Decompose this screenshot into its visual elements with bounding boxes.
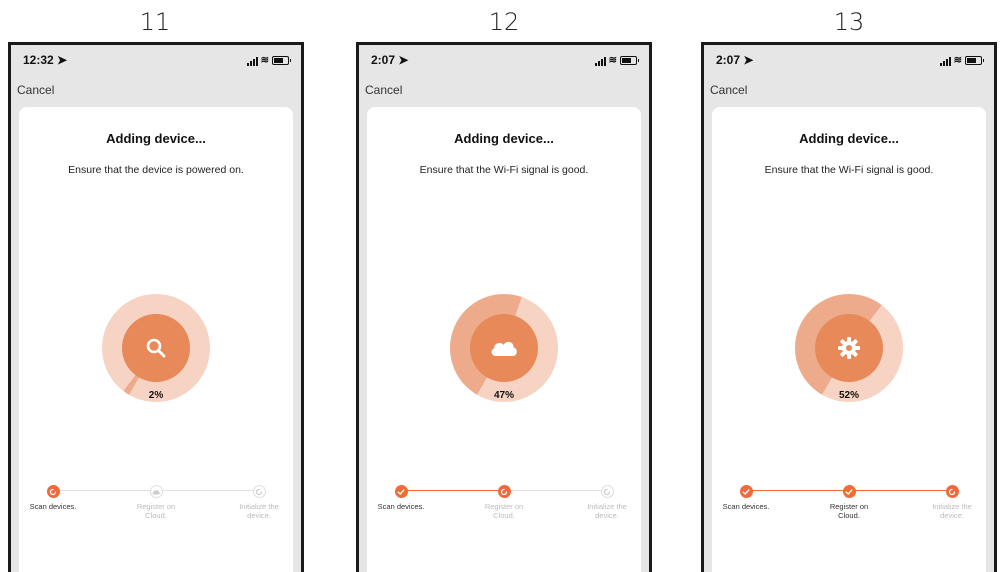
- phone-screen: 2:07 ➤ ≋ Cancel Adding device... Ensure …: [701, 42, 997, 572]
- page-title: Adding device...: [799, 131, 899, 146]
- progress-percent: 52%: [838, 390, 859, 401]
- step-number: 11: [139, 8, 171, 36]
- signal-icon: [594, 56, 606, 66]
- step-check-icon: [739, 485, 753, 498]
- step-label: Register on Cloud.: [829, 502, 869, 520]
- progress-ring: [450, 294, 558, 402]
- battery-icon: [965, 56, 984, 65]
- phone-screen: 2:07 ➤ ≋ Cancel Adding device... Ensure …: [356, 42, 652, 572]
- cancel-button[interactable]: Cancel: [365, 83, 402, 97]
- page-title: Adding device...: [106, 131, 206, 146]
- progress-ring: [795, 294, 903, 402]
- progress-percent: 47%: [493, 390, 514, 401]
- step-loading-icon: [945, 485, 959, 498]
- step-label: Register on Cloud.: [136, 502, 176, 520]
- progress-card: Adding device... Ensure that the device …: [19, 107, 293, 572]
- page-title: Adding device...: [454, 131, 554, 146]
- search-icon: [146, 338, 166, 358]
- step-tracker: Scan devices. Register on Cloud. Initializ…: [723, 485, 972, 525]
- step-label: Scan devices.: [377, 502, 425, 511]
- signal-icon: [939, 56, 951, 66]
- phone-screen: 12:32 ➤ ≋ Cancel Adding device... Ensure…: [8, 42, 304, 572]
- signal-icon: [246, 56, 258, 66]
- status-icons: ≋: [594, 55, 639, 66]
- step-pending-icon: [600, 485, 614, 498]
- step-check-icon: [394, 485, 408, 498]
- wifi-icon: ≋: [953, 55, 962, 66]
- step-connector: [849, 490, 952, 491]
- gear-icon: [838, 337, 860, 359]
- step-label: Register on Cloud.: [484, 502, 524, 520]
- step-tracker: Scan devices. Register on Cloud. Initializ…: [30, 485, 279, 525]
- step-connector: [53, 490, 156, 491]
- status-time: 12:32 ➤: [23, 53, 67, 67]
- battery-icon: [272, 56, 291, 65]
- step-connector: [504, 490, 607, 491]
- step-loading-icon: [497, 485, 511, 498]
- status-time: 2:07 ➤: [371, 53, 408, 67]
- step-label: Initialize the device.: [239, 502, 279, 520]
- icon-circle: [122, 314, 190, 382]
- hint-text: Ensure that the device is powered on.: [68, 164, 244, 176]
- status-bar: 2:07 ➤ ≋: [716, 53, 984, 69]
- icon-circle: [470, 314, 538, 382]
- hint-text: Ensure that the Wi-Fi signal is good.: [764, 164, 934, 176]
- wifi-icon: ≋: [608, 55, 617, 66]
- step-connector: [401, 490, 504, 491]
- status-time-text: 2:07: [371, 53, 396, 67]
- status-icons: ≋: [939, 55, 984, 66]
- step-check-icon: [842, 485, 856, 498]
- step-cloud-icon: [149, 485, 163, 498]
- location-arrow-icon: ➤: [743, 53, 754, 67]
- icon-circle: [815, 314, 883, 382]
- step-label: Scan devices.: [29, 502, 77, 511]
- location-arrow-icon: ➤: [398, 53, 409, 67]
- wifi-icon: ≋: [260, 55, 269, 66]
- step-pending-icon: [252, 485, 266, 498]
- step-label: Initialize the device.: [932, 502, 972, 520]
- progress-card: Adding device... Ensure that the Wi-Fi s…: [367, 107, 641, 572]
- status-time-text: 12:32: [23, 53, 54, 67]
- cloud-icon: [491, 341, 517, 356]
- battery-icon: [620, 56, 639, 65]
- cancel-button[interactable]: Cancel: [710, 83, 747, 97]
- status-bar: 2:07 ➤ ≋: [371, 53, 639, 69]
- step-tracker: Scan devices. Register on Cloud. Initializ…: [378, 485, 627, 525]
- hint-text: Ensure that the Wi-Fi signal is good.: [419, 164, 589, 176]
- step-connector: [156, 490, 259, 491]
- status-time-text: 2:07: [716, 53, 741, 67]
- progress-card: Adding device... Ensure that the Wi-Fi s…: [712, 107, 986, 572]
- progress-ring: [102, 294, 210, 402]
- step-number: 12: [488, 8, 520, 36]
- step-loading-icon: [46, 485, 60, 498]
- step-label: Scan devices.: [722, 502, 770, 511]
- step-number: 13: [833, 8, 865, 36]
- progress-percent: 2%: [148, 390, 164, 401]
- location-arrow-icon: ➤: [57, 53, 68, 67]
- step-label: Initialize the device.: [587, 502, 627, 520]
- status-icons: ≋: [246, 55, 291, 66]
- status-bar: 12:32 ➤ ≋: [23, 53, 291, 69]
- cancel-button[interactable]: Cancel: [17, 83, 54, 97]
- step-connector: [746, 490, 849, 491]
- status-time: 2:07 ➤: [716, 53, 753, 67]
